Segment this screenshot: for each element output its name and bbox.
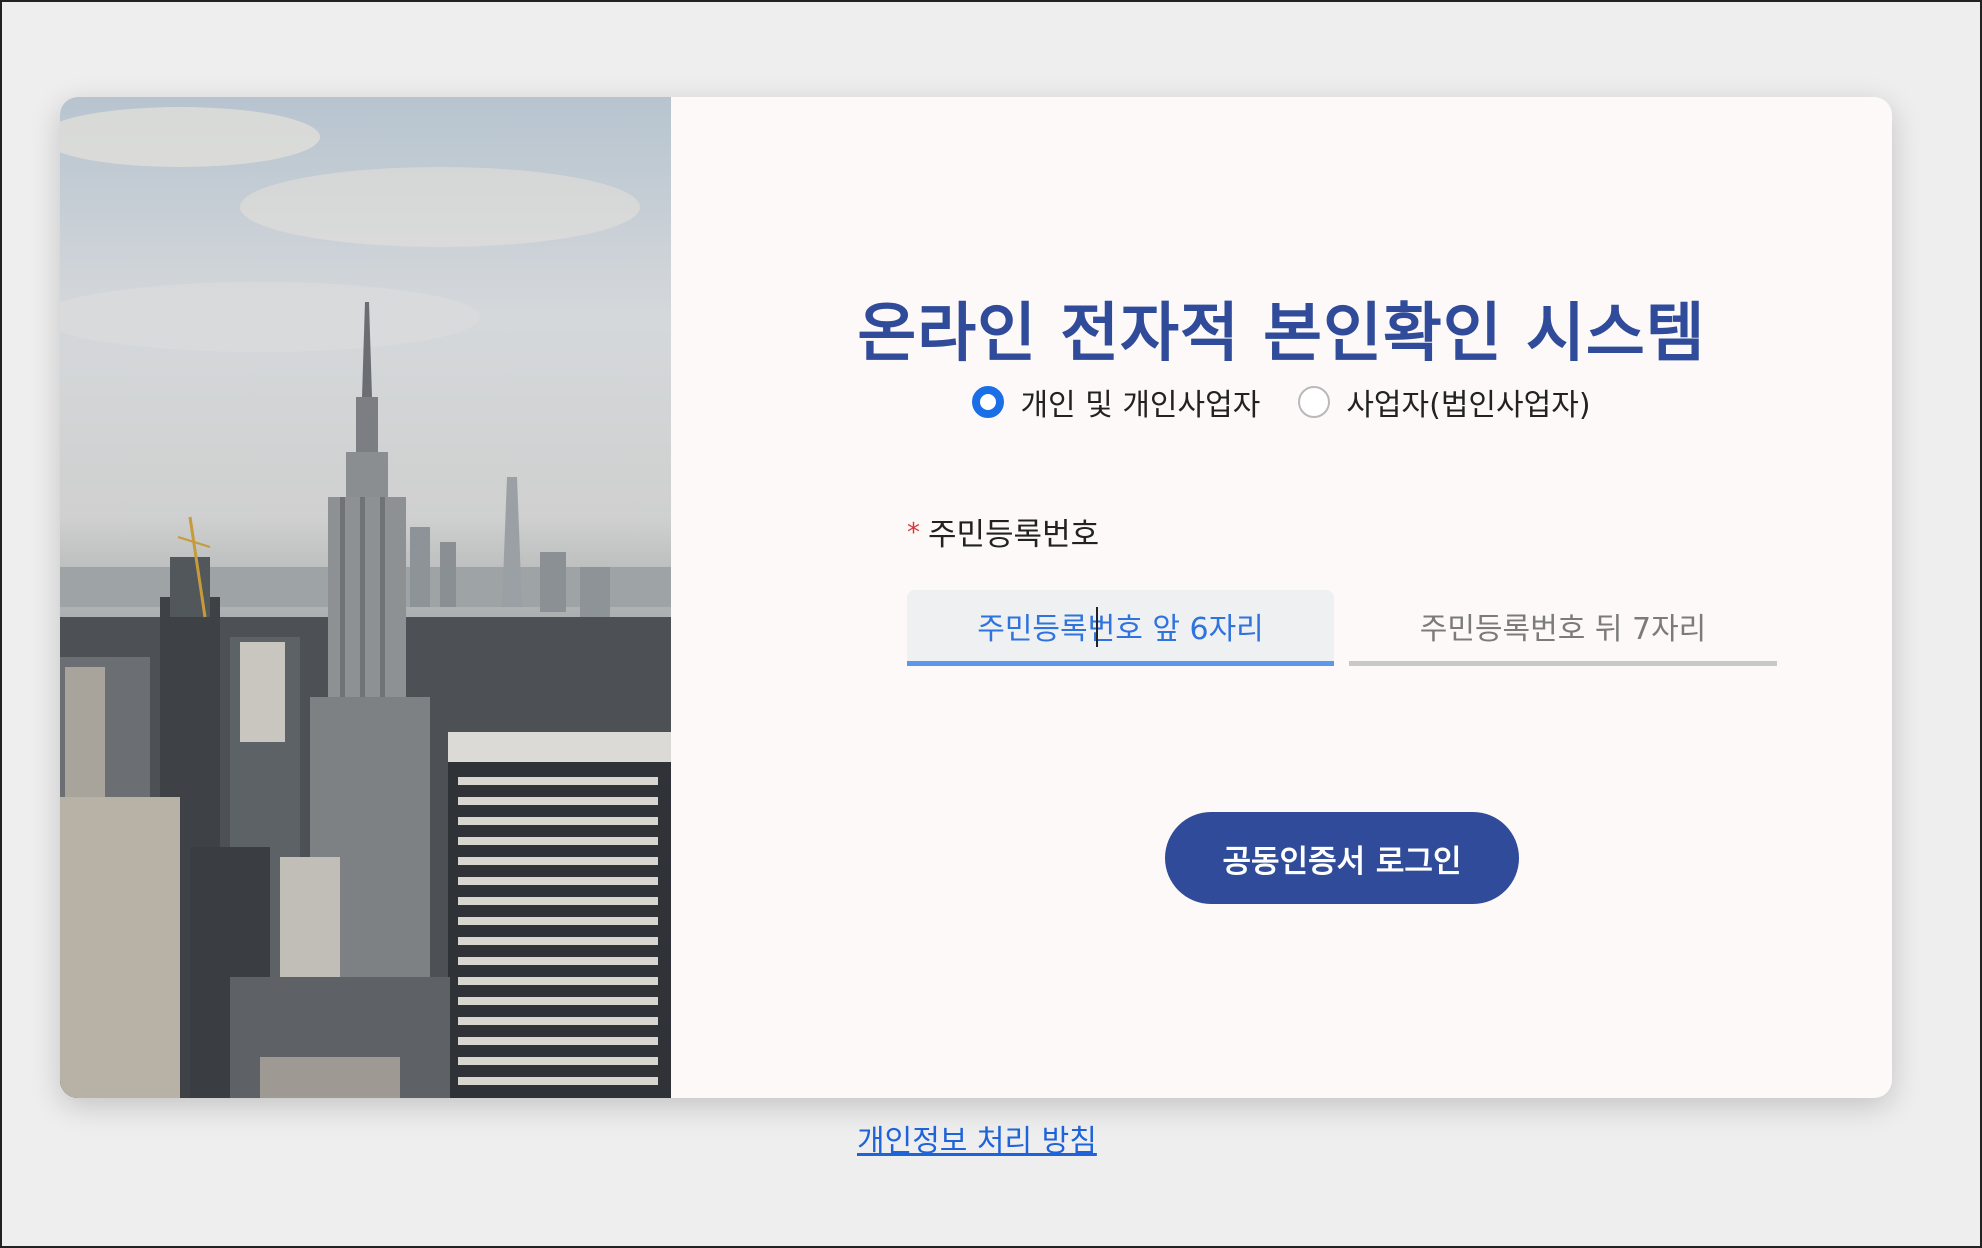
radio-unselected-icon[interactable] [1298, 386, 1331, 418]
rrn-front-input[interactable]: 주민등록번호 앞 6자리 [907, 590, 1334, 666]
rrn-field-label: * 주민등록번호 [907, 509, 1099, 554]
rrn-back-input[interactable]: 주민등록번호 뒤 7자리 [1349, 590, 1777, 666]
login-card: 온라인 전자적 본인확인 시스템 개인 및 개인사업자 사업자(법인사업자) *… [60, 97, 1892, 1098]
radio-label-individual: 개인 및 개인사업자 [1020, 388, 1261, 423]
radio-selected-icon[interactable] [972, 386, 1005, 418]
user-type-radio-group: 개인 및 개인사업자 사업자(법인사업자) [671, 380, 1892, 424]
text-caret [1096, 607, 1098, 647]
radio-option-corporate[interactable]: 사업자(법인사업자) [1298, 380, 1591, 424]
page-title: 온라인 전자적 본인확인 시스템 [857, 297, 1706, 371]
rrn-front-placeholder: 주민등록번호 앞 6자리 [977, 611, 1264, 647]
rrn-back-placeholder: 주민등록번호 뒤 7자리 [1419, 611, 1707, 647]
city-skyline-image [60, 97, 671, 1098]
radio-label-corporate: 사업자(법인사업자) [1346, 388, 1591, 423]
radio-option-individual[interactable]: 개인 및 개인사업자 [972, 380, 1260, 424]
rrn-label-text: 주민등록번호 [928, 517, 1100, 553]
certificate-login-button[interactable]: 공동인증서 로그인 [1165, 812, 1519, 904]
privacy-policy-link[interactable]: 개인정보 처리 방침 [857, 1116, 1097, 1160]
required-mark: * [907, 518, 920, 548]
login-form: 온라인 전자적 본인확인 시스템 개인 및 개인사업자 사업자(법인사업자) *… [671, 97, 1892, 1098]
